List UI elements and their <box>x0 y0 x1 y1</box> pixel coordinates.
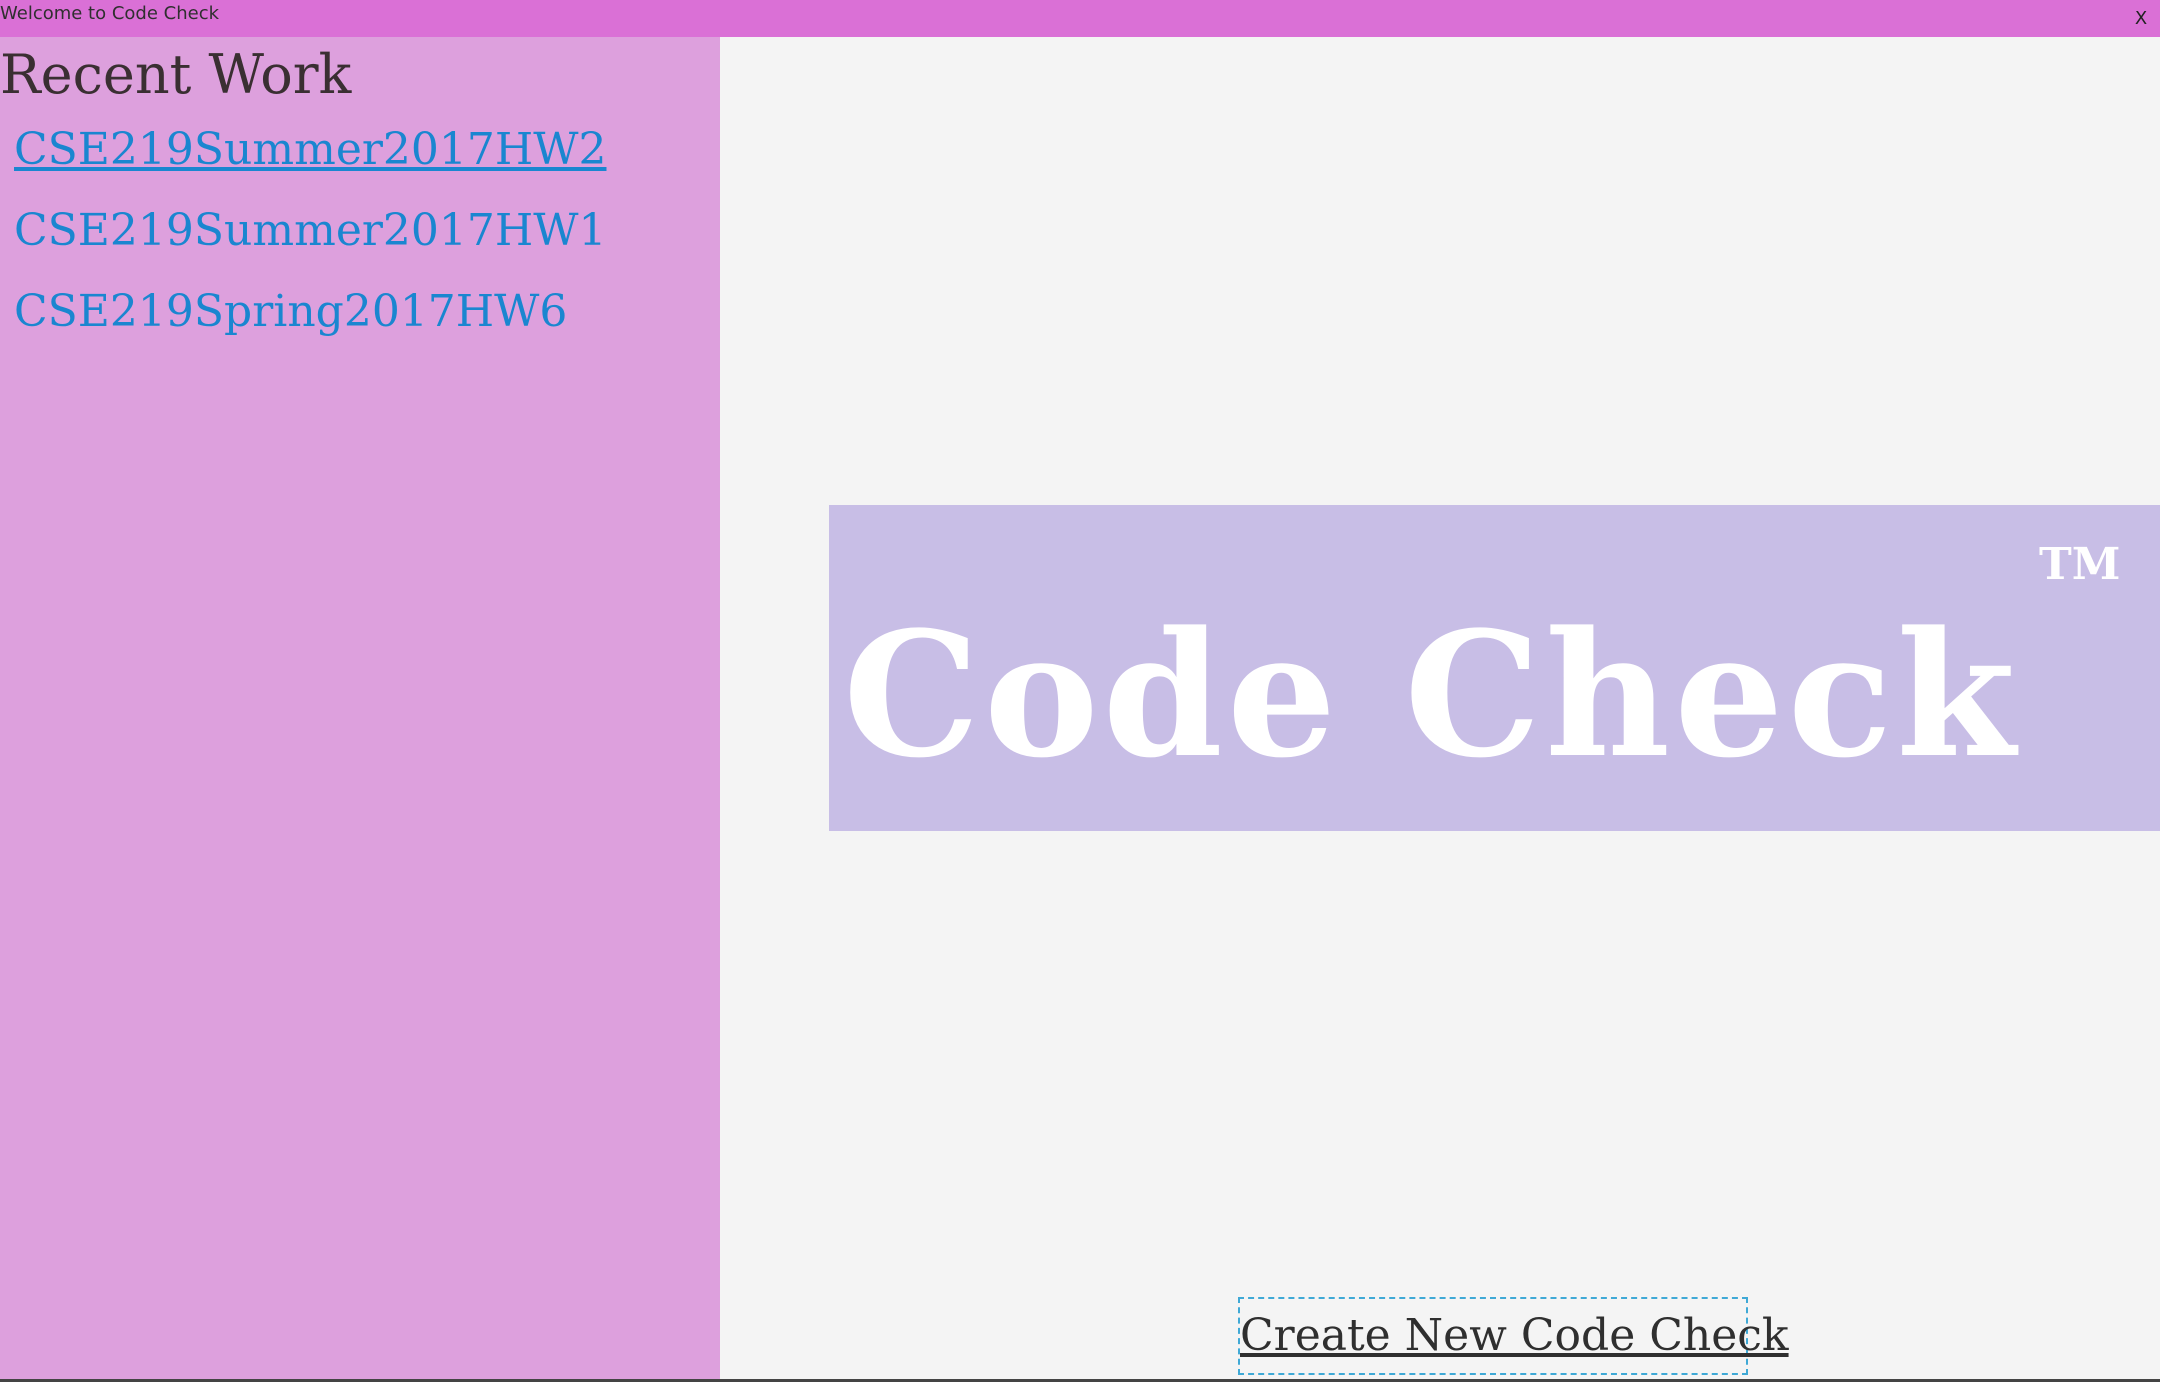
recent-work-sidebar: Recent Work CSE219Summer2017HW2 CSE219Su… <box>0 37 720 1382</box>
code-check-logo: Code Check TM <box>829 505 2160 831</box>
recent-work-list: CSE219Summer2017HW2 CSE219Summer2017HW1 … <box>14 119 606 362</box>
logo-text: Code Check <box>843 593 2020 796</box>
recent-work-link[interactable]: CSE219Summer2017HW1 <box>14 200 606 281</box>
title-bar: Welcome to Code Check X <box>0 0 2160 38</box>
main-panel: Code Check TM Create New Code Check <box>720 37 2160 1382</box>
trademark-mark: TM <box>2039 539 2121 590</box>
recent-work-link[interactable]: CSE219Summer2017HW2 <box>14 119 606 200</box>
window-title: Welcome to Code Check <box>0 3 220 24</box>
create-new-code-check-button[interactable]: Create New Code Check <box>1238 1297 1789 1375</box>
close-button[interactable]: X <box>2122 0 2160 38</box>
recent-work-link[interactable]: CSE219Spring2017HW6 <box>14 281 606 362</box>
recent-work-heading: Recent Work <box>0 43 352 106</box>
